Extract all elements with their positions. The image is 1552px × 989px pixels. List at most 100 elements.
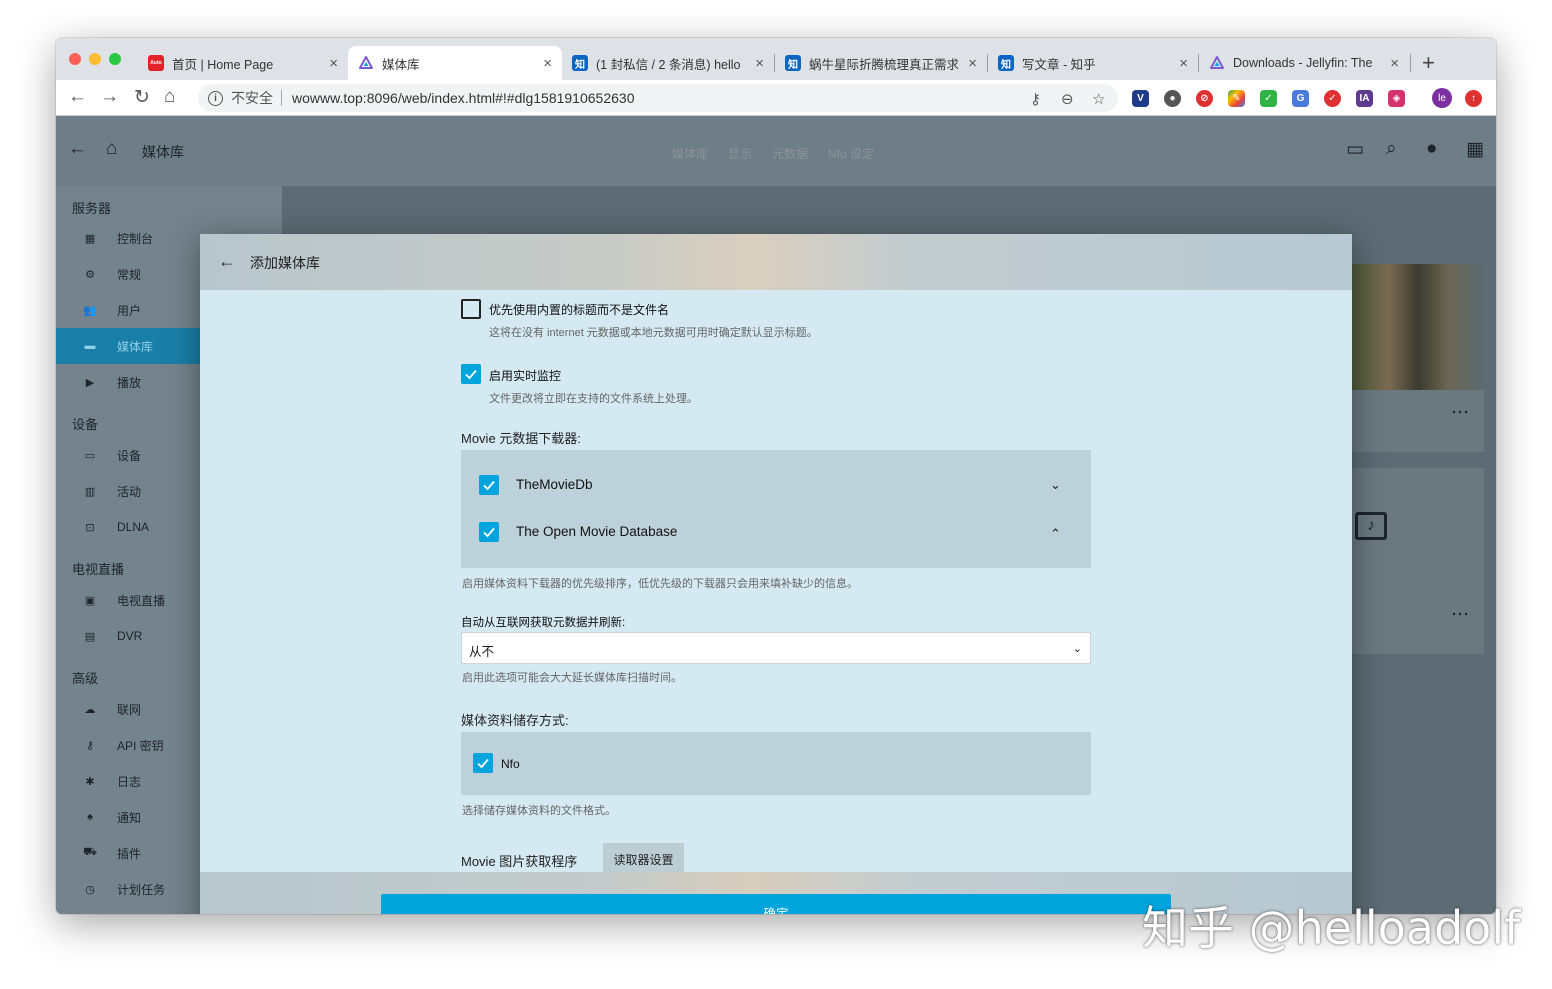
sidebar-item-label: 日志: [117, 774, 142, 789]
close-tab-icon[interactable]: ×: [543, 55, 552, 72]
chevron-down-icon[interactable]: ⌄: [1050, 477, 1061, 493]
profile-avatar[interactable]: le: [1432, 88, 1452, 108]
sidebar-item-label: 联网: [117, 702, 142, 717]
extension-ia-icon[interactable]: IA: [1356, 90, 1373, 107]
clock-icon: ◷: [85, 883, 95, 896]
tab-metadata[interactable]: 元数据: [772, 145, 808, 162]
back-arrow-icon[interactable]: ←: [218, 251, 236, 272]
sidebar-item-label: API 密钥: [117, 738, 164, 753]
browser-window: Auto 首页 | Home Page × 媒体库 × 知 (1 封私信 / 2…: [56, 38, 1496, 914]
sidebar-section-advanced: 高级: [72, 671, 99, 686]
more-icon[interactable]: ···: [1452, 606, 1470, 623]
search-icon[interactable]: ⌕: [1386, 138, 1397, 160]
forward-arrow-icon[interactable]: →: [100, 86, 119, 108]
music-note-icon: ♪: [1355, 512, 1387, 540]
info-icon[interactable]: i: [208, 90, 223, 106]
close-tab-icon[interactable]: ×: [329, 55, 338, 72]
jellyfin-favicon: [358, 55, 374, 71]
browser-tab[interactable]: 知 (1 封私信 / 2 条消息) hello ×: [562, 46, 774, 80]
extension-red-icon[interactable]: ◈: [1388, 90, 1405, 107]
tab-nfo[interactable]: Nfo 设定: [828, 145, 874, 162]
dashboard-icon[interactable]: ▦: [1466, 138, 1484, 161]
nfo-checkbox[interactable]: [473, 753, 493, 773]
dashboard-icon: ▦: [84, 232, 96, 245]
tab-title: 首页 | Home Page: [172, 57, 274, 72]
extension-translate-icon[interactable]: G: [1292, 90, 1309, 107]
extension-check-icon[interactable]: ✓: [1324, 90, 1341, 107]
close-window-button[interactable]: [69, 53, 81, 65]
sidebar-item-label: DLNA: [117, 520, 150, 534]
tab-separator: [1410, 54, 1411, 72]
home-icon[interactable]: ⌂: [164, 86, 175, 108]
library-card[interactable]: ♪ ···: [1352, 468, 1484, 654]
omdb-label: The Open Movie Database: [516, 524, 678, 539]
ok-button[interactable]: 确定: [381, 894, 1171, 914]
jellyfin-favicon: [1209, 55, 1225, 71]
star-icon[interactable]: ☆: [1092, 90, 1105, 108]
chevron-up-icon[interactable]: ⌃: [1050, 526, 1061, 542]
sidebar-item-label: 计划任务: [117, 882, 166, 897]
divider: [281, 90, 282, 106]
bug-icon: ✱: [85, 775, 95, 788]
tab-title: 蜗牛星际折腾梳理真正需求: [809, 57, 960, 72]
fetcher-settings-button[interactable]: 读取器设置: [603, 843, 684, 872]
update-icon[interactable]: ↑: [1465, 90, 1482, 107]
browser-tab[interactable]: Downloads - Jellyfin: The ×: [1199, 46, 1409, 80]
themoviedb-checkbox[interactable]: [479, 475, 499, 495]
tab-display[interactable]: 显示: [728, 145, 752, 162]
dialog-body[interactable]: 优先使用内置的标题而不是文件名 这将在没有 internet 元数据或本地元数据…: [200, 290, 1352, 872]
sidebar-item-label: 用户: [117, 303, 142, 318]
prefer-embedded-title-description: 这将在没有 internet 元数据或本地元数据可用时确定默认显示标题。: [489, 327, 818, 339]
close-tab-icon[interactable]: ×: [1390, 55, 1399, 72]
cast-icon[interactable]: ▭: [1346, 138, 1364, 161]
minimize-window-button[interactable]: [89, 53, 101, 65]
browser-tab[interactable]: 知 写文章 - 知乎 ×: [988, 46, 1198, 80]
close-tab-icon[interactable]: ×: [755, 55, 764, 72]
prefer-embedded-title-label: 优先使用内置的标题而不是文件名: [489, 303, 670, 317]
key-icon: ⚷: [85, 739, 95, 752]
extension-shield-icon[interactable]: ✓: [1260, 90, 1277, 107]
close-tab-icon[interactable]: ×: [968, 55, 977, 72]
tab-title: 媒体库: [382, 57, 420, 72]
back-arrow-icon[interactable]: ←: [68, 86, 87, 108]
auto-refresh-description: 启用此选项可能会大大延长媒体库扫描时间。: [462, 672, 682, 684]
library-card[interactable]: ···: [1352, 264, 1484, 452]
autohome-favicon: Auto: [148, 55, 164, 71]
browser-tab[interactable]: Auto 首页 | Home Page ×: [138, 46, 348, 80]
extension-block-icon[interactable]: ⊘: [1196, 90, 1213, 107]
check-icon: [465, 369, 477, 380]
browser-tab[interactable]: 知 蜗牛星际折腾梳理真正需求 ×: [775, 46, 987, 80]
tab-library[interactable]: 媒体库: [672, 145, 708, 162]
tab-strip: Auto 首页 | Home Page × 媒体库 × 知 (1 封私信 / 2…: [56, 38, 1496, 80]
prefer-embedded-title-checkbox[interactable]: [461, 299, 481, 319]
reload-icon[interactable]: ↻: [134, 86, 150, 109]
home-icon[interactable]: ⌂: [106, 138, 117, 160]
dlna-icon: ⊡: [85, 521, 95, 534]
more-icon[interactable]: ···: [1452, 404, 1470, 421]
key-icon[interactable]: ⚷: [1030, 90, 1041, 108]
sidebar-section-devices: 设备: [72, 417, 99, 432]
metadata-savers-list: Nfo: [461, 732, 1091, 795]
auto-refresh-select[interactable]: 从不 ⌄: [461, 632, 1091, 664]
extension-color-icon[interactable]: ✎: [1228, 90, 1245, 107]
omdb-checkbox[interactable]: [479, 522, 499, 542]
sidebar-item-label: 通知: [117, 810, 142, 825]
add-library-dialog: ← 添加媒体库 优先使用内置的标题而不是文件名 这将在没有 internet 元…: [200, 234, 1352, 914]
tab-title: Downloads - Jellyfin: The: [1233, 56, 1373, 70]
dialog-header: ← 添加媒体库: [200, 234, 1352, 290]
header-tabs: 媒体库 显示 元数据 Nfo 设定: [672, 145, 874, 162]
maximize-window-button[interactable]: [109, 53, 121, 65]
user-icon[interactable]: ●: [1426, 138, 1437, 160]
extension-circle-icon[interactable]: ●: [1164, 90, 1181, 107]
address-bar[interactable]: i 不安全 wowww.top:8096/web/index.html#!#dl…: [198, 84, 1118, 112]
back-arrow-icon[interactable]: ←: [68, 138, 87, 160]
new-tab-button[interactable]: +: [1422, 50, 1435, 76]
extension-v-icon[interactable]: V: [1132, 90, 1149, 107]
realtime-monitor-checkbox[interactable]: [461, 364, 481, 384]
close-tab-icon[interactable]: ×: [1179, 55, 1188, 72]
zoom-out-icon[interactable]: ⊖: [1061, 90, 1074, 108]
browser-tab-active[interactable]: 媒体库 ×: [348, 46, 562, 80]
auto-refresh-label: 自动从互联网获取元数据并刷新:: [461, 617, 626, 629]
zhihu-favicon: 知: [998, 55, 1014, 71]
sidebar-item-label: 插件: [117, 846, 142, 861]
